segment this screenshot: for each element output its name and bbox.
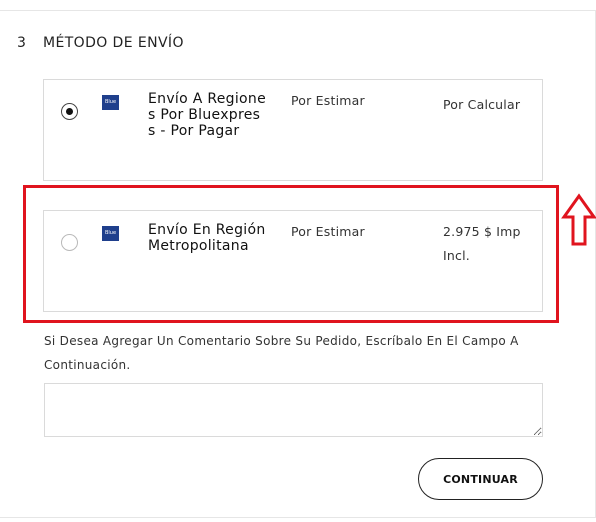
bluexpress-logo-icon: Blue (102, 95, 119, 110)
delivery-estimate: Por Estimar (291, 93, 365, 108)
comment-instructions: Si Desea Agregar Un Comentario Sobre Su … (44, 334, 519, 372)
up-arrow-annotation-icon (561, 193, 596, 246)
continue-button[interactable]: CONTINUAR (418, 458, 543, 500)
step-number: 3 (17, 35, 27, 51)
shipping-price: Por Calcular (443, 97, 521, 112)
section-title: MÉTODO DE ENVÍO (43, 35, 184, 51)
order-comment-textarea[interactable] (44, 383, 543, 437)
section-header: 3 MÉTODO DE ENVÍO (17, 35, 184, 51)
radio-button-selected[interactable] (61, 103, 78, 120)
method-name: Envío A Regiones Por Bluexpress - Por Pa… (148, 91, 266, 139)
highlight-annotation-box (23, 185, 559, 323)
shipping-option-regiones[interactable]: Blue Envío A Regiones Por Bluexpress - P… (43, 79, 543, 181)
